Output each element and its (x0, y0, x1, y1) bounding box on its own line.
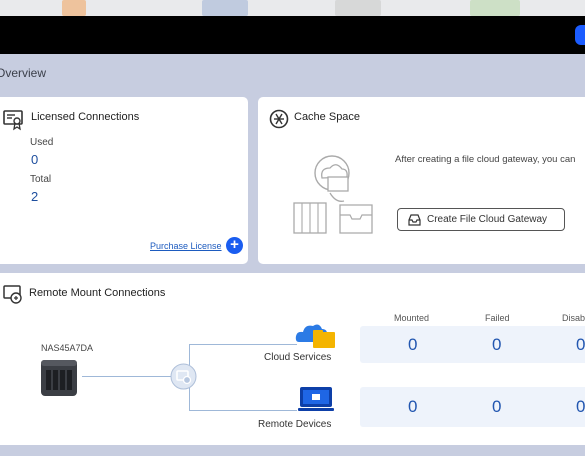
cloud-services-icon (295, 324, 335, 348)
disabled-header: Disab (562, 313, 585, 323)
remote-mount-connections-card: Remote Mount Connections NAS45A7DA Cloud… (0, 273, 585, 445)
mounted-header: Mounted (394, 313, 430, 323)
card-title: Remote Mount Connections (29, 287, 166, 299)
remote-mount-icon (3, 285, 22, 304)
blurred-app-icon (470, 0, 520, 16)
used-label: Used (30, 137, 54, 148)
top-bar (0, 16, 585, 54)
remote-hub-icon (170, 363, 197, 390)
licensed-connections-card: Licensed Connections Used 0 Total 2 Purc… (0, 97, 248, 264)
cache-icon (269, 109, 289, 129)
background-strip (0, 0, 585, 16)
button-label: Create File Cloud Gateway (427, 214, 548, 225)
total-value: 2 (31, 189, 39, 204)
blurred-app-icon (202, 0, 248, 16)
nas-device-icon (41, 360, 77, 396)
cloud-failed-count: 0 (492, 335, 502, 354)
card-title: Licensed Connections (31, 111, 140, 123)
cache-space-card: Cache Space After creating a file cloud … (258, 97, 585, 264)
cloud-services-label: Cloud Services (264, 352, 332, 363)
cache-message: After creating a file cloud gateway, you… (395, 154, 576, 165)
cloud-disabled-count: 0 (576, 335, 585, 354)
blurred-app-icon (62, 0, 86, 16)
file-cloud-gateway-illustration (293, 155, 373, 234)
devices-mounted-count: 0 (408, 397, 418, 416)
remote-devices-label: Remote Devices (258, 419, 332, 430)
used-value: 0 (31, 152, 39, 167)
cloud-mounted-count: 0 (408, 335, 418, 354)
devices-failed-count: 0 (492, 397, 502, 416)
failed-header: Failed (485, 313, 510, 323)
connector-line (189, 344, 297, 345)
create-file-cloud-gateway-button[interactable]: Create File Cloud Gateway (397, 208, 565, 231)
connector-line (189, 410, 297, 411)
remote-devices-icon (298, 387, 334, 411)
add-icon[interactable]: + (226, 237, 243, 254)
card-title: Cache Space (294, 111, 361, 123)
inbox-icon (408, 213, 421, 226)
remote-devices-stats: 0 0 0 (360, 387, 585, 427)
notification-icon[interactable] (575, 25, 585, 45)
nas-name: NAS45A7DA (41, 343, 94, 353)
devices-disabled-count: 0 (576, 397, 585, 416)
certificate-icon (3, 110, 23, 131)
page-title: Overview (0, 66, 47, 80)
blurred-app-icon (335, 0, 381, 16)
purchase-license-link[interactable]: Purchase License (150, 241, 222, 251)
connector-line (82, 376, 176, 377)
total-label: Total (30, 174, 52, 185)
cloud-services-stats: 0 0 0 (360, 326, 585, 363)
